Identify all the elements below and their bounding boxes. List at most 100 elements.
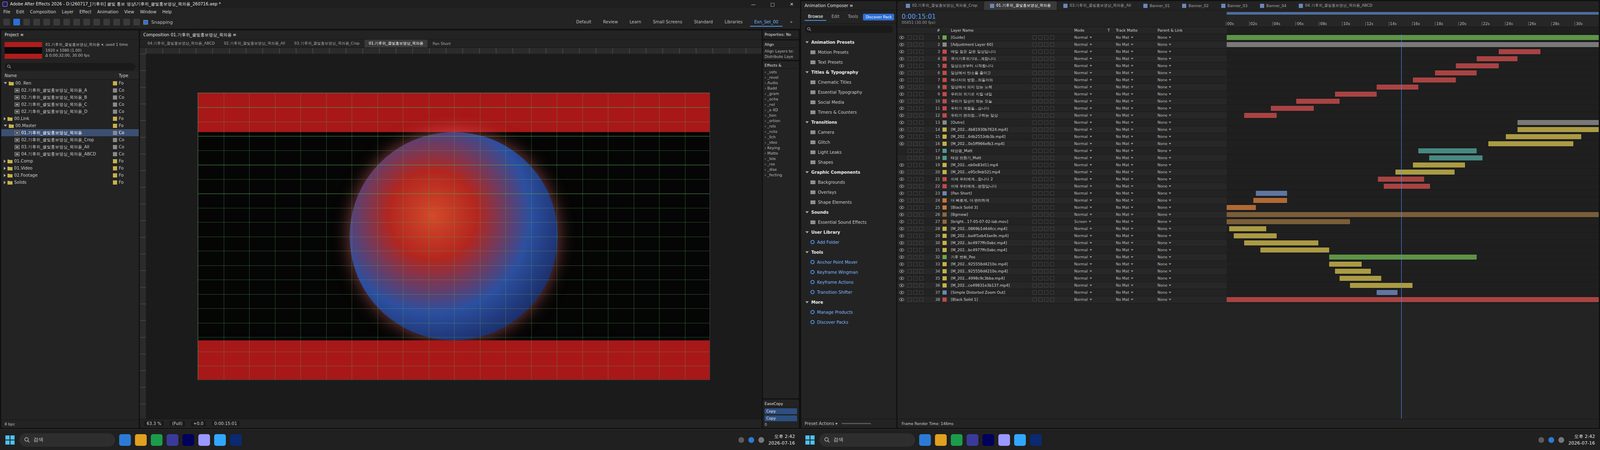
- parent-dropdown[interactable]: None: [1157, 92, 1227, 97]
- label-color[interactable]: [942, 233, 947, 238]
- mode-dropdown[interactable]: Normal: [1074, 141, 1108, 146]
- composer-entry[interactable]: Discover Packs: [803, 317, 894, 328]
- layer-bar[interactable]: [1329, 261, 1362, 267]
- parent-dropdown[interactable]: None: [1157, 177, 1227, 182]
- mode-dropdown[interactable]: Normal: [1074, 247, 1108, 253]
- layer-bar[interactable]: [1255, 190, 1288, 196]
- work-area-bar[interactable]: [1226, 12, 1599, 15]
- layer-bar[interactable]: [1253, 197, 1288, 203]
- layer-row[interactable]: 16[M_202...0e5ff966efb3.mp4]NormalNo Mat…: [897, 140, 1599, 148]
- track-matte-dropdown[interactable]: No Mat: [1115, 70, 1158, 75]
- taskbar-app-icon[interactable]: [166, 434, 179, 446]
- track-matte-dropdown[interactable]: No Mat: [1115, 42, 1158, 47]
- menu-item[interactable]: Window: [140, 9, 157, 15]
- composer-entry[interactable]: Backgrounds: [803, 177, 894, 188]
- track-matte-dropdown[interactable]: No Mat: [1115, 127, 1158, 132]
- project-item[interactable]: 00.LinkFo: [1, 115, 139, 123]
- menu-item[interactable]: Animation: [97, 9, 119, 15]
- snapping-checkbox[interactable]: [143, 20, 148, 25]
- composer-entry[interactable]: Keyframe Actions: [803, 277, 894, 288]
- layer-row[interactable]: 10우리가 일상이 되는 오늘NormalNo MatNone: [897, 97, 1599, 105]
- menu-item[interactable]: Edit: [16, 9, 25, 15]
- layer-row[interactable]: 1[Guide]NormalNo MatNone: [897, 34, 1599, 42]
- project-item[interactable]: 02.기후위_클빛홍보영상_목와용_BCo: [1, 93, 139, 101]
- composer-entry[interactable]: More: [803, 297, 894, 308]
- label-color[interactable]: [942, 205, 947, 210]
- layer-row[interactable]: 25[Black Solid 3]NormalNo MatNone: [897, 204, 1599, 212]
- label-color[interactable]: [942, 70, 947, 75]
- effect-category[interactable]: › _nel: [764, 102, 798, 107]
- effect-category[interactable]: › _rols: [764, 124, 798, 129]
- parent-dropdown[interactable]: None: [1157, 85, 1227, 90]
- workspace-tab[interactable]: Small Screens: [648, 17, 687, 27]
- mode-dropdown[interactable]: Normal: [1074, 212, 1108, 217]
- effect-category[interactable]: › _revel: [764, 75, 798, 80]
- project-item[interactable]: 01.VideoFo: [1, 164, 139, 172]
- taskbar-app-icon[interactable]: [982, 434, 995, 446]
- mode-dropdown[interactable]: Normal: [1074, 269, 1108, 274]
- eye-icon[interactable]: [899, 163, 905, 167]
- eye-icon[interactable]: [899, 269, 905, 273]
- exposure-field[interactable]: +0.0: [190, 420, 206, 427]
- zoom-field[interactable]: 63.3 %: [144, 420, 164, 427]
- tool-icon[interactable]: [33, 18, 40, 26]
- layer-bar[interactable]: [1226, 205, 1256, 210]
- layer-bar[interactable]: [1429, 155, 1483, 161]
- eye-icon[interactable]: [899, 113, 905, 118]
- track-matte-dropdown[interactable]: No Mat: [1115, 170, 1158, 175]
- layer-row[interactable]: 28[M_202...0869b1d4d4cc.mp4]NormalNo Mat…: [897, 225, 1599, 233]
- taskbar-app-icon[interactable]: [950, 434, 963, 446]
- label-color[interactable]: [942, 226, 947, 231]
- track-matte-dropdown[interactable]: No Mat: [1115, 49, 1158, 54]
- mode-dropdown[interactable]: Normal: [1074, 205, 1108, 210]
- workspace-tab[interactable]: Learn: [625, 17, 646, 27]
- label-color[interactable]: [942, 92, 947, 97]
- project-search[interactable]: [4, 62, 136, 71]
- layer-row[interactable]: 30[M_202...bc4977ffc0abc.mp4]NormalNo Ma…: [897, 239, 1599, 247]
- menu-item[interactable]: Composition: [30, 9, 56, 15]
- mode-dropdown[interactable]: Normal: [1074, 226, 1108, 231]
- parent-dropdown[interactable]: None: [1157, 141, 1227, 146]
- label-color[interactable]: [942, 127, 947, 132]
- taskbar-app-icon[interactable]: [935, 434, 947, 446]
- layer-row[interactable]: 32기후 변화_PosNormalNo MatNone: [897, 253, 1599, 261]
- mode-dropdown[interactable]: Normal: [1074, 191, 1108, 196]
- project-item[interactable]: 00.MasterFo: [1, 122, 139, 130]
- effect-category[interactable]: › _gram: [764, 91, 798, 96]
- eye-icon[interactable]: [899, 220, 905, 224]
- taskbar-app-icon[interactable]: [966, 434, 979, 446]
- label-color[interactable]: [942, 141, 947, 146]
- tool-icon[interactable]: [83, 18, 90, 26]
- mode-dropdown[interactable]: Normal: [1074, 240, 1108, 245]
- layer-row[interactable]: 24더 빠르게, 더 편리하게NormalNo MatNone: [897, 197, 1599, 205]
- layer-bar[interactable]: [1339, 275, 1382, 281]
- composer-tab[interactable]: Edit: [827, 12, 843, 21]
- mode-dropdown[interactable]: Normal: [1074, 283, 1108, 288]
- eye-icon[interactable]: [899, 135, 905, 139]
- copy-button[interactable]: Copy: [764, 408, 798, 415]
- project-item[interactable]: SolidsFo: [1, 178, 139, 186]
- tray-icon[interactable]: [1558, 437, 1565, 443]
- label-color[interactable]: [942, 155, 947, 160]
- taskbar-app-icon[interactable]: [135, 434, 147, 446]
- eye-icon[interactable]: [899, 241, 905, 245]
- parent-dropdown[interactable]: None: [1157, 148, 1227, 153]
- project-item[interactable]: 01.기후위_클빛홍보영상_목와용Co: [1, 129, 139, 137]
- track-matte-dropdown[interactable]: No Mat: [1115, 106, 1158, 111]
- taskbar-app-icon[interactable]: [182, 434, 195, 446]
- effect-category[interactable]: › _llch: [764, 135, 798, 140]
- layer-bar[interactable]: [1412, 162, 1466, 168]
- mode-dropdown[interactable]: Normal: [1074, 106, 1108, 111]
- workspace-tab[interactable]: Review: [598, 17, 623, 27]
- track-matte-dropdown[interactable]: No Mat: [1115, 134, 1158, 139]
- taskbar-app-icon[interactable]: [919, 434, 931, 446]
- layer-row[interactable]: 21이제 우리에게...합니다 2NormalNo MatNone: [897, 175, 1599, 183]
- layer-bar[interactable]: [1498, 49, 1541, 55]
- taskbar-app-icon[interactable]: [1014, 434, 1026, 446]
- clock[interactable]: 오후 2:422026-07-16: [1568, 433, 1595, 447]
- workspace-more[interactable]: »: [785, 17, 797, 27]
- panel-tab[interactable]: Animation Composer ≡: [801, 1, 897, 11]
- mode-dropdown[interactable]: Normal: [1074, 56, 1108, 61]
- layer-bar[interactable]: [1226, 297, 1599, 303]
- layer-bar[interactable]: [1488, 141, 1574, 147]
